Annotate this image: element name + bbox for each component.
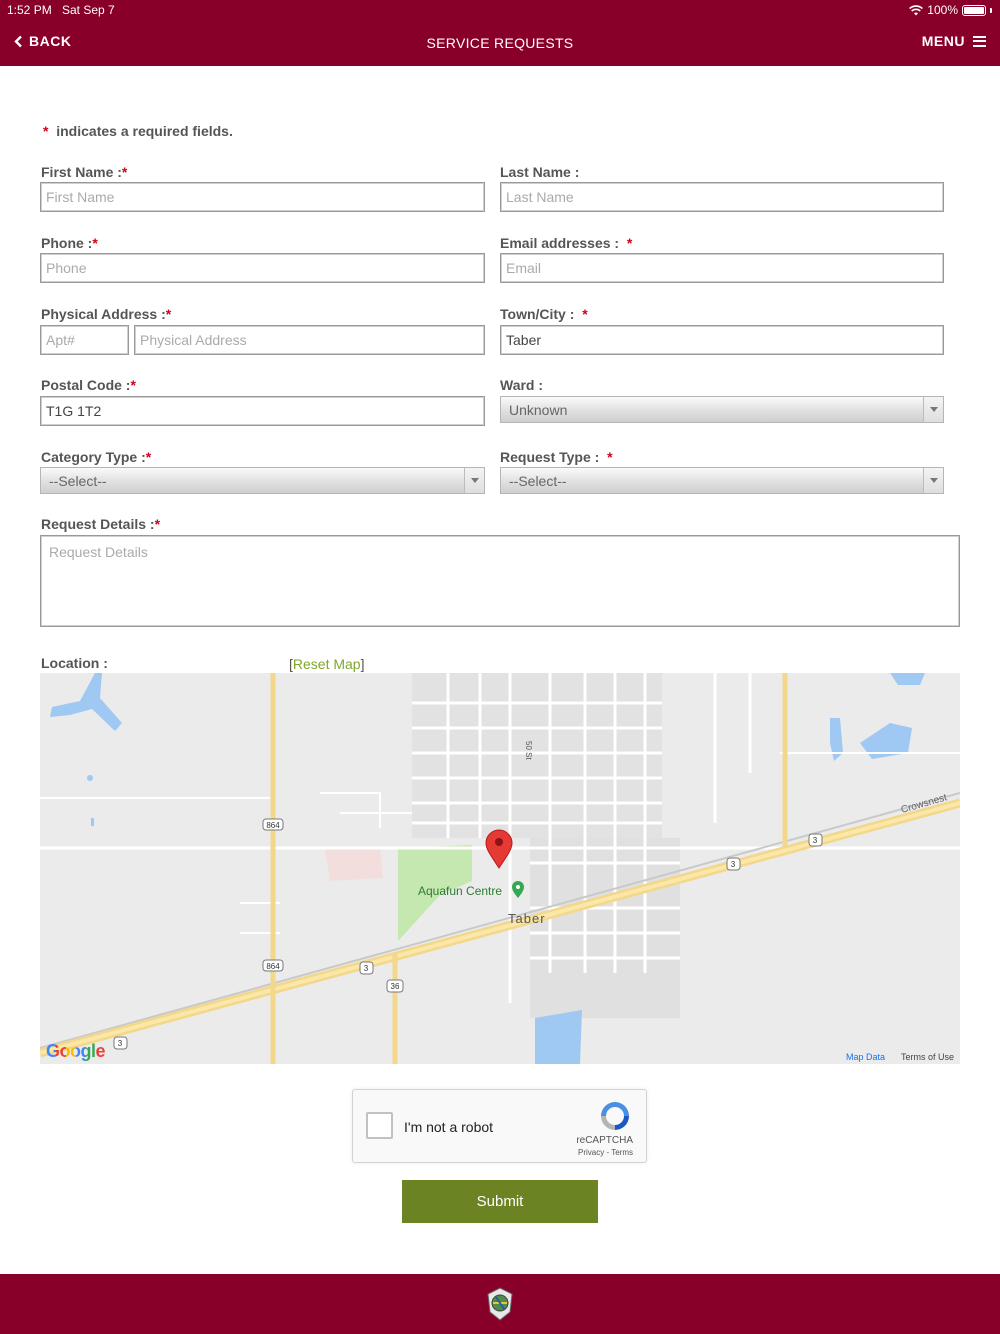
submit-button[interactable]: Submit bbox=[402, 1180, 598, 1223]
water-feature bbox=[50, 673, 122, 731]
recaptcha-widget: I'm not a robot reCAPTCHA Privacy - Term… bbox=[352, 1089, 647, 1163]
email-input[interactable] bbox=[500, 253, 944, 283]
dropdown-arrow-icon bbox=[464, 468, 484, 493]
status-time: 1:52 PM bbox=[7, 3, 52, 17]
email-label: Email addresses : * bbox=[500, 235, 633, 251]
reset-map-link[interactable]: Reset Map bbox=[293, 656, 361, 672]
aquafun-label: Aquafun Centre bbox=[418, 884, 502, 898]
recaptcha-label: I'm not a robot bbox=[404, 1119, 494, 1135]
recaptcha-logo-icon bbox=[601, 1102, 629, 1130]
battery-icon bbox=[962, 4, 986, 16]
shield-36: 36 bbox=[386, 979, 404, 993]
category-type-select[interactable]: --Select-- bbox=[40, 467, 485, 494]
shield-3-c: 3 bbox=[808, 833, 823, 847]
status-bar: 1:52 PM Sat Sep 7 100% bbox=[0, 0, 1000, 20]
last-name-input[interactable] bbox=[500, 182, 944, 212]
terms-of-use-link[interactable]: Terms of Use bbox=[901, 1052, 954, 1062]
svg-text:3: 3 bbox=[731, 860, 736, 869]
google-logo: Google bbox=[46, 1041, 106, 1061]
shield-3-d: 3 bbox=[113, 1036, 128, 1050]
ward-label: Ward : bbox=[500, 377, 544, 393]
app-footer bbox=[0, 1274, 1000, 1334]
category-type-label: Category Type :* bbox=[41, 449, 152, 465]
required-asterisk: * bbox=[43, 123, 49, 139]
request-type-label: Request Type : * bbox=[500, 449, 613, 465]
page-title: SERVICE REQUESTS bbox=[426, 35, 574, 51]
status-date: Sat Sep 7 bbox=[62, 3, 115, 17]
shield-864-north: 864 bbox=[262, 818, 284, 831]
postal-code-input[interactable] bbox=[40, 396, 485, 426]
aquafun-marker-icon bbox=[512, 881, 524, 898]
first-name-input[interactable] bbox=[40, 182, 485, 212]
svg-text:36: 36 bbox=[391, 982, 400, 991]
svg-text:3: 3 bbox=[813, 836, 818, 845]
town-crest-logo-icon bbox=[487, 1287, 513, 1321]
shield-3-a: 3 bbox=[359, 961, 374, 975]
phone-label: Phone :* bbox=[41, 235, 98, 251]
map-canvas: 864 864 3 36 3 3 3 Aquafun Centre Taber … bbox=[40, 673, 960, 1064]
shield-864-south: 864 bbox=[262, 959, 284, 972]
apt-input[interactable] bbox=[40, 325, 129, 355]
svg-text:864: 864 bbox=[266, 821, 280, 830]
dropdown-arrow-icon bbox=[923, 397, 943, 422]
ward-selected: Unknown bbox=[509, 402, 568, 418]
wifi-icon bbox=[909, 4, 924, 15]
svg-text:3: 3 bbox=[364, 964, 369, 973]
location-label: Location : bbox=[41, 655, 108, 671]
town-map-label: Taber bbox=[508, 911, 546, 926]
first-name-label: First Name :* bbox=[41, 164, 128, 180]
status-right: 100% bbox=[909, 3, 992, 17]
shield-3-b: 3 bbox=[726, 857, 741, 871]
ward-select[interactable]: Unknown bbox=[500, 396, 944, 423]
recaptcha-links[interactable]: Privacy - Terms bbox=[578, 1148, 633, 1157]
hamburger-icon bbox=[973, 35, 986, 47]
dropdown-arrow-icon bbox=[923, 468, 943, 493]
menu-button[interactable]: MENU bbox=[922, 33, 986, 49]
phone-input[interactable] bbox=[40, 253, 485, 283]
request-type-selected: --Select-- bbox=[509, 473, 567, 489]
battery-nub bbox=[990, 7, 992, 13]
last-name-label: Last Name : bbox=[500, 164, 580, 180]
app-header: 1:52 PM Sat Sep 7 100% BACK SERVICE REQU… bbox=[0, 0, 1000, 66]
physical-address-input[interactable] bbox=[134, 325, 485, 355]
request-details-textarea[interactable] bbox=[40, 535, 960, 627]
svg-text:3: 3 bbox=[118, 1039, 123, 1048]
town-label: Town/City : * bbox=[500, 306, 588, 322]
physical-address-label: Physical Address :* bbox=[41, 306, 172, 322]
required-notice: * indicates a required fields. bbox=[43, 123, 233, 139]
street-50-label: 50 St bbox=[524, 741, 533, 760]
reset-map: [Reset Map] bbox=[289, 656, 365, 672]
request-details-label: Request Details :* bbox=[41, 516, 161, 532]
request-type-select[interactable]: --Select-- bbox=[500, 467, 944, 494]
postal-code-label: Postal Code :* bbox=[41, 377, 136, 393]
location-map[interactable]: 864 864 3 36 3 3 3 Aquafun Centre Taber … bbox=[40, 673, 960, 1064]
menu-label: MENU bbox=[921, 33, 965, 49]
town-input[interactable] bbox=[500, 325, 944, 355]
recaptcha-checkbox[interactable] bbox=[366, 1112, 393, 1139]
required-notice-text: indicates a required fields. bbox=[56, 123, 233, 139]
svg-text:864: 864 bbox=[266, 962, 280, 971]
map-pin-icon[interactable] bbox=[485, 829, 513, 869]
category-type-selected: --Select-- bbox=[49, 473, 107, 489]
battery-percent: 100% bbox=[927, 3, 958, 17]
recaptcha-brand: reCAPTCHA bbox=[576, 1135, 633, 1146]
map-data-link[interactable]: Map Data bbox=[846, 1052, 885, 1062]
